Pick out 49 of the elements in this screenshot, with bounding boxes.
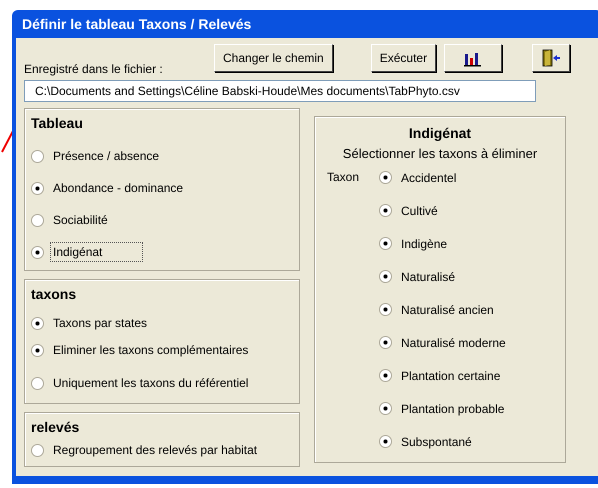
radio-button[interactable] [379, 270, 392, 283]
radio-button[interactable] [379, 369, 392, 382]
radio-button[interactable] [31, 182, 44, 194]
group-title: Tableau [31, 114, 84, 133]
option-label: Sociabilité [52, 212, 109, 229]
option-label: Regroupement des relevés par habitat [52, 442, 258, 459]
bar-chart-icon [463, 50, 484, 67]
option-label: Plantation certaine [400, 368, 502, 384]
group-title: Indigénat [408, 124, 472, 143]
action-button[interactable]: Exécuter [370, 44, 436, 72]
option-label: Présence / absence [52, 148, 160, 165]
radio-button[interactable] [379, 204, 392, 217]
option-label: Taxons par states [52, 315, 148, 332]
radio-button[interactable] [31, 246, 44, 258]
option-label: Subspontané [400, 434, 473, 450]
option-label: Eliminer les taxons complémentaires [52, 342, 250, 359]
radio-button[interactable] [31, 444, 44, 456]
panel-subtitle: Sélectionner les taxons à éliminer [342, 145, 538, 163]
file-label: Enregistré dans le fichier : [24, 61, 164, 78]
radio-button[interactable] [379, 237, 392, 250]
action-button[interactable]: Changer le chemin [214, 44, 333, 72]
exit-button[interactable] [532, 44, 570, 72]
radio-button[interactable] [31, 150, 44, 162]
radio-button[interactable] [379, 171, 392, 184]
option-label: Accidentel [400, 170, 458, 186]
option-label: Naturalisé moderne [400, 334, 507, 352]
radio-button[interactable] [31, 214, 44, 226]
option-label: Cultivé [400, 202, 439, 220]
radio-button[interactable] [31, 376, 44, 390]
radio-button[interactable] [379, 303, 392, 316]
chart-button[interactable] [444, 44, 502, 72]
radio-button[interactable] [379, 336, 392, 349]
group-title: relevés [31, 418, 80, 437]
radio-button[interactable] [379, 402, 392, 415]
option-label: Indigénat [50, 242, 144, 262]
option-label: Naturalisé ancien [400, 302, 495, 318]
radio-button[interactable] [31, 316, 44, 330]
option-label: Abondance - dominance [52, 180, 184, 197]
door-arrow-icon [541, 49, 562, 68]
taxon-label: Taxon [326, 168, 360, 186]
option-label: Plantation probable [400, 400, 506, 418]
group-title: taxons [31, 285, 78, 304]
radio-button[interactable] [379, 435, 392, 448]
option-label: Indigène [400, 236, 448, 252]
option-label: Naturalisé [400, 268, 456, 286]
option-label: Uniquement les taxons du référentiel [52, 375, 250, 392]
file-path-field[interactable]: C:\Documents and Settings\Céline Babski-Houde\Mes documents\TabPhyto.csv [24, 80, 536, 102]
radio-button[interactable] [31, 344, 44, 356]
window-title: Définir le tableau Taxons / Relevés [21, 15, 252, 34]
